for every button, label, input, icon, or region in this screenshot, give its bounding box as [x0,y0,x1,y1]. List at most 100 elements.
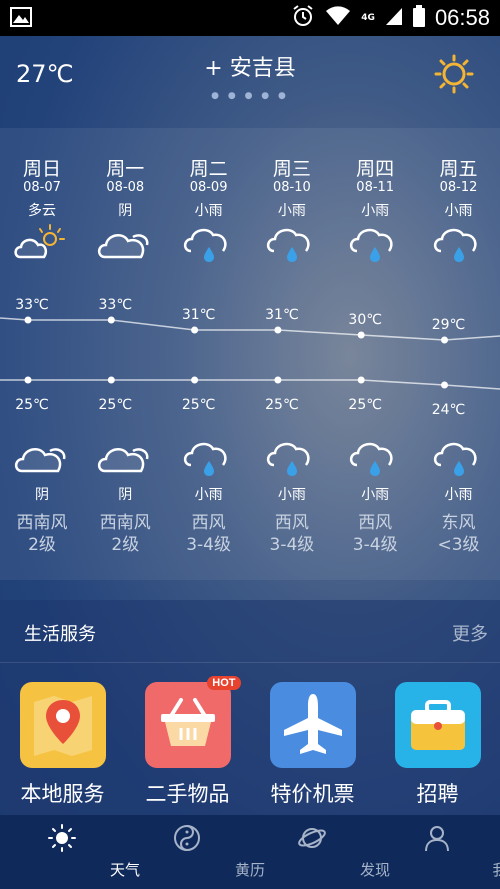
cloud-icon [95,437,155,481]
service-jobs[interactable]: 招聘 [375,682,500,808]
day-date: 08-09 [189,180,228,195]
wind-level: 3-4级 [269,535,315,555]
wind-level: 2级 [111,535,140,555]
wind-info: 西风 3-4级 [167,512,251,556]
more-link[interactable]: 更多 [452,620,488,646]
low-temp-label: 25℃ [265,397,299,413]
high-temp-label: 31℃ [182,307,216,323]
night-condition: 小雨 [194,487,223,503]
high-temp-label: 33℃ [15,297,49,313]
yinyang-icon [172,823,202,857]
city-selector[interactable]: + 安吉县 [0,50,500,82]
rain-icon [262,437,322,481]
wind-info: 西风 3-4级 [333,512,417,556]
day-name: 周二 [189,158,228,180]
low-temp-point [107,376,115,384]
tab-discover[interactable]: 发现 [250,815,390,889]
basket-icon: HOT [144,676,241,768]
weather-header: 27℃ + 安吉县 ● ● ● ● ● [0,36,500,112]
high-temp-point [107,316,115,324]
high-temp-label: 30℃ [348,312,382,328]
wind-direction: 西风 [358,513,393,533]
day-name: 周一 [106,158,145,180]
wind-level: 3-4级 [352,535,398,555]
briefcase-icon [394,682,481,768]
status-bar: 4G 06:58 [0,0,500,36]
alarm-icon [291,4,315,32]
tab-label: 我 [492,861,500,879]
wind-level: 3-4级 [186,535,231,555]
life-services-section: 生活服务 更多 本地服务 HOT 二手物品 特价机票 招聘 [0,600,500,815]
day-date: 08-11 [356,180,395,195]
day-condition: 多云 [28,203,56,219]
cloud-icon [12,437,72,481]
divider [0,662,500,663]
user-icon [422,823,452,857]
night-condition: 小雨 [277,487,306,503]
wind-level: 2级 [28,535,56,555]
tab-almanac[interactable]: 黄历 [125,815,265,889]
day-date: 08-12 [439,180,478,195]
low-temp-point [441,381,448,389]
day-date: 08-10 [273,180,311,195]
rain-icon [429,437,489,481]
sun-icon [47,823,77,857]
rain-icon [429,223,489,267]
wind-info: 西南风 2级 [83,512,167,556]
hot-badge: HOT [207,676,241,690]
bottom-tab-bar: 天气 黄历 发现 我 [0,815,500,889]
wind-direction: 西南风 [99,513,151,533]
low-temp-point [357,376,365,384]
day-condition: 小雨 [194,203,223,219]
low-temp-label: 25℃ [15,397,49,413]
service-local[interactable]: 本地服务 [0,682,125,808]
wind-direction: 东风 [441,513,476,533]
rain-icon [345,223,405,267]
night-condition: 小雨 [444,487,473,503]
day-condition: 小雨 [361,203,390,219]
tab-me[interactable]: 我 [375,815,500,889]
tab-weather[interactable]: 天气 [0,815,140,889]
high-temp-label: 33℃ [99,297,133,313]
high-temp-label: 31℃ [265,307,299,323]
day-condition: 小雨 [444,203,473,219]
services-title: 生活服务 [24,624,96,645]
rain-icon [179,437,239,481]
low-temp-label: 25℃ [348,397,382,413]
day-condition: 小雨 [277,203,306,219]
wind-direction: 西风 [274,513,309,533]
night-condition: 阴 [35,487,49,503]
low-temp-label: 25℃ [182,397,216,413]
sun-icon[interactable] [434,54,474,98]
gallery-notification-icon [10,7,32,31]
rain-icon [262,223,322,267]
low-temp-line [0,379,500,390]
service-label: 本地服务 [20,782,105,806]
battery-icon [412,5,425,31]
service-label: 招聘 [416,782,459,806]
airplane-icon [269,682,356,768]
partly-cloudy-icon [12,223,72,267]
high-temp-line [0,317,500,341]
rain-icon [345,437,405,481]
low-temp-label: 25℃ [99,397,133,413]
service-label: 特价机票 [270,782,355,806]
high-temp-point [357,331,365,339]
wind-info: 西南风 2级 [0,512,84,556]
service-flights[interactable]: 特价机票 [250,682,375,808]
wind-direction: 西南风 [16,513,68,533]
day-name: 周四 [356,158,395,180]
high-temp-point [191,326,199,334]
rain-icon [179,223,239,267]
wifi-icon [325,6,351,30]
low-temp-point [191,376,199,384]
wind-level: <3级 [437,535,480,555]
service-secondhand[interactable]: HOT 二手物品 [125,676,250,808]
forecast-panel[interactable]: 周日 08-07 多云阴西南风 2级 周一 08-08 阴阴西南风 2级 周二 08-09 小雨 小雨… [0,128,500,580]
signal-icon [385,6,403,30]
day-date: 08-07 [23,180,61,195]
day-name: 周三 [272,158,311,180]
high-temp-point [274,326,282,334]
clock: 06:58 [434,5,490,30]
low-temp-point [274,376,282,384]
